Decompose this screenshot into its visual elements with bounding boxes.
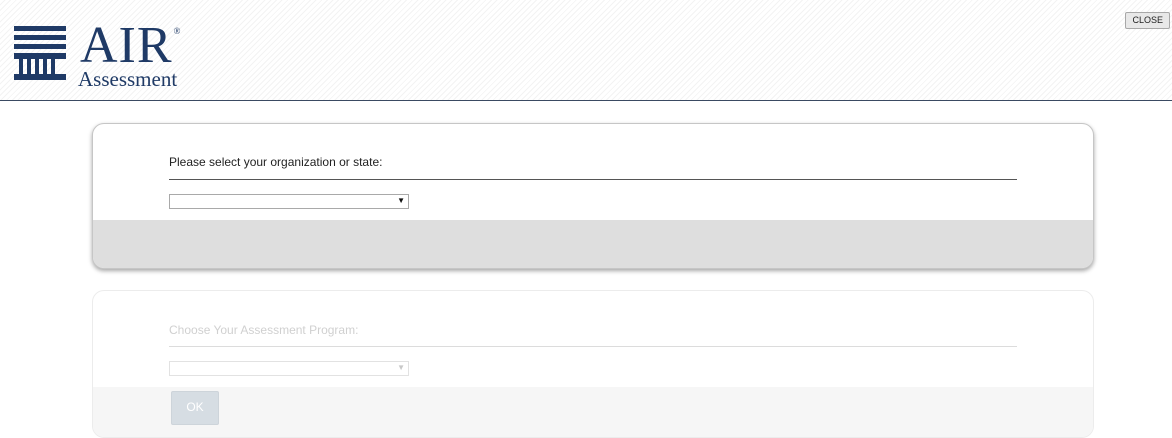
- assessment-program-select[interactable]: ▼: [169, 361, 409, 376]
- chevron-down-icon: ▼: [397, 363, 405, 372]
- organization-select[interactable]: ▼: [169, 194, 409, 209]
- app-header: AIR® Assessment CLOSE: [0, 0, 1172, 101]
- organization-panel-footer: [93, 220, 1093, 268]
- close-button[interactable]: CLOSE: [1125, 12, 1170, 29]
- air-assessment-logo: AIR® Assessment: [14, 17, 214, 92]
- assessment-program-panel-footer: OK: [93, 387, 1093, 437]
- organization-panel: Please select your organization or state…: [92, 123, 1094, 269]
- divider: [169, 179, 1017, 180]
- assessment-program-label: Choose Your Assessment Program:: [169, 323, 359, 337]
- assessment-program-panel: Choose Your Assessment Program: ▼ OK: [92, 290, 1094, 438]
- organization-label: Please select your organization or state…: [169, 155, 383, 169]
- pillar-building-icon: [14, 26, 66, 80]
- divider: [169, 346, 1017, 347]
- logo-assessment-text: Assessment: [78, 67, 178, 91]
- chevron-down-icon: ▼: [397, 196, 405, 205]
- ok-button[interactable]: OK: [171, 391, 219, 425]
